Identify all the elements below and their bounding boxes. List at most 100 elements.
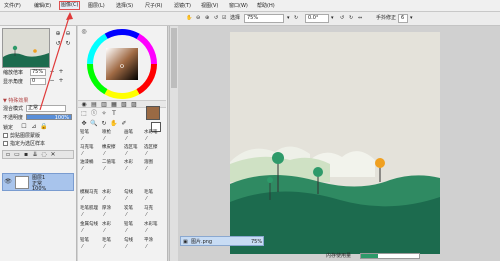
angle-dropdown-icon[interactable]: ▾ [331,15,334,22]
effects-section-title[interactable]: ▼ 特殊效果 [3,98,28,104]
tool-item[interactable]: 喷枪 [102,130,111,135]
navigator-thumbnail[interactable] [2,28,50,68]
tool-item[interactable]: 油漆桶 [80,160,94,165]
color-square[interactable] [106,48,138,80]
tool-item[interactable]: 马克笔 [80,145,94,150]
tool-item[interactable]: 水彩 [124,160,133,165]
menu-file[interactable]: 文件(F) [4,3,21,9]
lock-pixel-icon[interactable]: ☐ [20,123,28,131]
zoom-select[interactable]: 75% [244,14,284,23]
tool-panel-scrollbar[interactable] [169,26,178,261]
stabilizer-select[interactable]: 6 [398,14,408,23]
tool-item[interactable]: 橡皮擦 [102,145,116,150]
zoom-in-icon[interactable]: ⊕ [205,15,209,22]
nav-zoom-value[interactable]: 75% [30,69,46,76]
tool-item[interactable]: 毛笔 [144,190,153,195]
tool-item[interactable]: 水彩 [102,190,111,195]
menu-filter[interactable]: 滤镜(T) [174,3,191,9]
zoom-out-icon[interactable]: ⊖ [64,30,72,38]
zoom-icon[interactable]: 🔍 [90,120,98,128]
nav-zoom-minus-icon[interactable]: − [48,68,56,76]
lock-move-icon[interactable]: ⊿ [30,123,38,131]
magic-wand-icon[interactable]: ✧ [100,110,108,118]
mixer-tab-icon[interactable]: ▧ [120,101,128,109]
layer-item[interactable]: 👁 图层1 正常 100% [2,173,74,192]
ref-checkbox[interactable] [3,141,8,146]
tool-item[interactable]: 水彩笔 [144,130,158,135]
lock-icon[interactable]: 🔒 [40,123,48,131]
tool-item[interactable]: 毛笔 [102,238,111,243]
rotate-cw-icon[interactable]: ↻ [349,15,353,22]
wheel-tab-icon[interactable]: ◉ [80,101,88,109]
ref-row[interactable]: 指定为选区样本 [3,141,45,147]
angle-select[interactable]: 0.0° [305,14,329,23]
zoom-out-icon[interactable]: ⊖ [196,15,200,22]
rotate-ccw-icon[interactable]: ↺ [340,15,344,22]
nav-angle-value[interactable]: 0 [30,78,46,85]
nav-angle-plus-icon[interactable]: + [57,77,65,85]
eyedropper-icon[interactable]: ✐ [120,120,128,128]
eye-icon[interactable]: 👁 [4,178,12,186]
tool-item[interactable]: 水彩笔 [144,222,158,227]
hand-icon[interactable]: ✋ [186,15,192,22]
canvas-image[interactable] [230,32,440,254]
tool-item[interactable]: 选区笔 [124,145,138,150]
rotate-right-icon[interactable]: ↻ [64,40,72,48]
delete-layer-icon[interactable]: ✕ [49,151,57,159]
tool-item[interactable]: 马克 [144,206,153,211]
tool-item[interactable]: 二值笔 [102,160,116,165]
clear-icon[interactable]: ◌ [40,151,48,159]
tool-item[interactable]: 铅笔 [80,130,89,135]
nav-angle-minus-icon[interactable]: − [48,77,56,85]
hsv-tab-icon[interactable]: ▥ [100,101,108,109]
lasso-icon[interactable]: ⓛ [90,110,98,118]
rgb-tab-icon[interactable]: ▤ [90,101,98,109]
text-icon[interactable]: T [110,110,118,118]
tool-item[interactable]: 铅笔 [124,222,133,227]
tool-item[interactable]: 勾线 [124,190,133,195]
opacity-slider[interactable]: 100% [26,114,72,121]
rotate-right-icon[interactable]: ↻ [294,15,298,22]
select-checkbox-icon[interactable]: ☑ [222,15,226,22]
tool-item[interactable]: 金属勾线 [80,222,98,227]
palette-tab-icon[interactable]: ▨ [130,101,138,109]
file-tab[interactable]: ▣ 图片.png 75% [180,236,264,246]
stabilizer-dropdown-icon[interactable]: ▾ [410,15,413,22]
new-folder-icon[interactable]: ▭ [13,151,21,159]
rotate-left-icon[interactable]: ↺ [54,40,62,48]
tool-item[interactable]: 炭笔 [124,206,133,211]
tool-item[interactable]: 厚涂 [102,206,111,211]
select-rect-icon[interactable]: ⬚ [80,110,88,118]
blend-mode-select[interactable]: 正常 [26,105,66,112]
tool-item[interactable]: 溶图 [144,160,153,165]
menu-image[interactable]: 图像(C) [58,1,81,10]
tool-item[interactable]: 毛笔肌理 [80,206,98,211]
hand-icon[interactable]: ✋ [110,120,118,128]
menu-view[interactable]: 视图(V) [201,3,218,9]
tool-item[interactable]: 水彩 [102,222,111,227]
rotate-left-icon[interactable]: ↺ [214,15,218,22]
new-vector-icon[interactable]: ▪ [22,151,30,159]
zoom-dropdown-icon[interactable]: ▾ [287,15,290,22]
color-wheel[interactable] [86,28,158,100]
tool-item[interactable]: 铅笔 [80,238,89,243]
tool-item[interactable]: 模糊马克 [80,190,98,195]
menu-help[interactable]: 帮助(H) [257,3,275,9]
new-layer-icon[interactable]: ▫ [4,151,12,159]
tool-item[interactable]: 平涂 [144,238,153,243]
primary-color-swatch[interactable] [146,106,160,120]
menu-layer[interactable]: 图层(L) [88,3,105,9]
color-wheel-mode-icon[interactable]: ◎ [80,28,88,36]
scrollbar-thumb[interactable] [171,28,177,88]
tool-item[interactable]: 选区擦 [144,145,158,150]
flip-icon[interactable]: ⇔ [358,15,362,22]
tool-item[interactable]: 勾线 [124,238,133,243]
swatch-tab-icon[interactable]: ▦ [110,101,118,109]
rotate-icon[interactable]: ↻ [100,120,108,128]
move-icon[interactable]: ✥ [80,120,88,128]
menu-ruler[interactable]: 尺子(R) [145,3,162,9]
merge-icon[interactable]: ⇊ [31,151,39,159]
tool-item[interactable]: 画笔 [124,130,133,135]
zoom-in-icon[interactable]: ⊕ [54,30,62,38]
menu-window[interactable]: 窗口(W) [229,3,248,9]
